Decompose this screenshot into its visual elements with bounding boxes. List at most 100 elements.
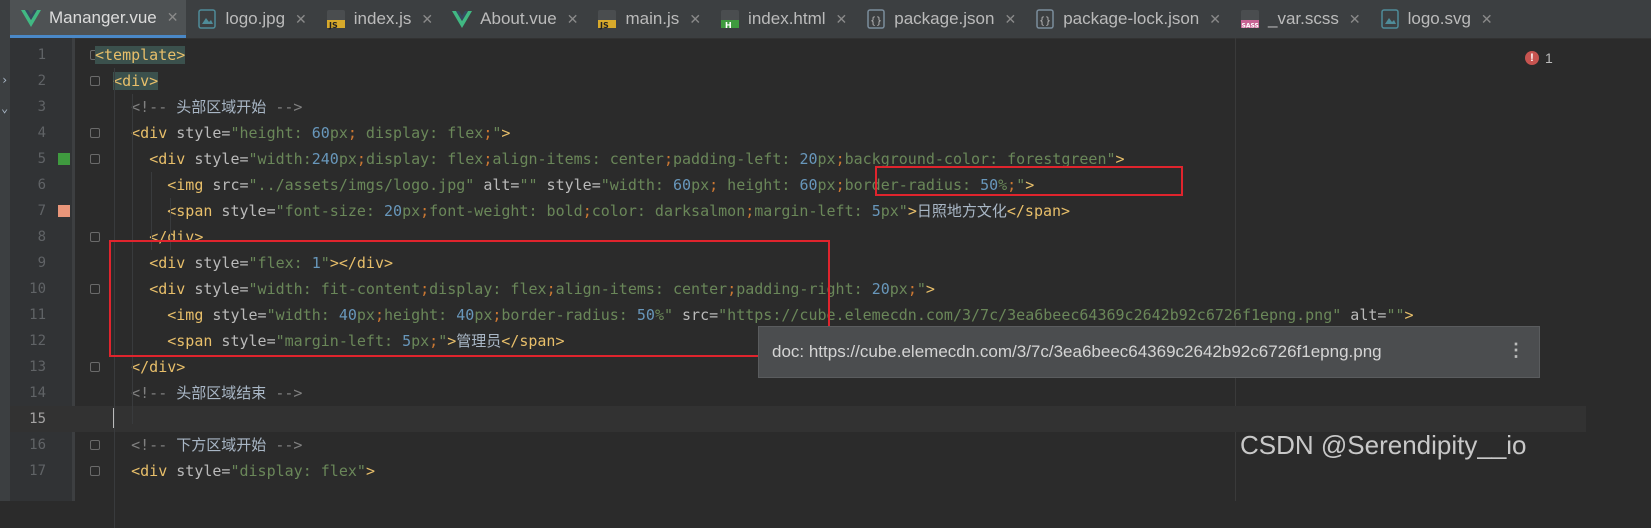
line-number: 10 [29, 281, 46, 297]
code-token-str: px [402, 202, 421, 220]
code-token-tag: </span> [1006, 202, 1071, 220]
error-count: 1 [1545, 50, 1553, 66]
svg-text:{}: {} [1039, 16, 1051, 27]
code-token-kw: ; [907, 280, 917, 298]
code-token-str: "width: [248, 150, 312, 168]
close-icon[interactable]: ✕ [1481, 11, 1493, 28]
code-token-tag: <span [167, 202, 213, 220]
image-icon [196, 8, 218, 30]
code-token-tag: > [501, 124, 511, 142]
code-line[interactable]: 15 [10, 406, 1586, 432]
line-number: 15 [29, 411, 46, 427]
code-token-str: "../assets/imgs/logo.jpg" [248, 176, 475, 194]
tab-label: Mananger.vue [49, 7, 157, 27]
code-token-attr: alt= [474, 176, 520, 194]
code-token-tag: > [1404, 306, 1414, 324]
code-token-num: 5 [871, 202, 881, 220]
code-token-cjk: 日照地方文化 [916, 202, 1007, 220]
code-token-sp [95, 72, 113, 90]
doc-tooltip-text: doc: https://cube.elemecdn.com/3/7c/3ea6… [772, 342, 1382, 361]
code-line[interactable]: 3 <!-- 头部区域开始 --> [10, 94, 1586, 120]
tab-label: logo.jpg [225, 9, 286, 28]
code-token-cjk: 头部区域开始 [176, 98, 267, 116]
tab-index-html[interactable]: Hindex.html ✕ [709, 0, 855, 38]
close-icon[interactable]: ✕ [1209, 11, 1221, 28]
line-number: 5 [37, 151, 46, 167]
code-token-sp [95, 150, 149, 168]
json-icon: {} [1034, 8, 1056, 30]
svg-text:JS: JS [328, 21, 338, 30]
tab--var-scss[interactable]: SASS _var.scss ✕ [1229, 0, 1369, 38]
close-icon[interactable]: ✕ [421, 11, 433, 28]
code-line[interactable]: 14 <!-- 头部区域结束 --> [10, 380, 1586, 406]
svg-text:H: H [725, 21, 732, 30]
code-line[interactable]: 7 <span style="font-size: 20px;font-weig… [10, 198, 1586, 224]
tab-label: index.js [353, 9, 412, 28]
code-line[interactable]: 4 <div style="height: 60px; display: fle… [10, 120, 1586, 146]
close-icon[interactable]: ✕ [167, 9, 179, 26]
code-token-tag: <div [131, 462, 168, 480]
code-line[interactable]: 6 <img src="../assets/imgs/logo.jpg" alt… [10, 172, 1586, 198]
more-options-icon[interactable]: ⋮ [1507, 340, 1525, 361]
code-token-kw: ; [582, 202, 592, 220]
tab-about-vue[interactable]: About.vue ✕ [441, 0, 586, 38]
close-icon[interactable]: ✕ [567, 11, 579, 28]
error-icon: ! [1525, 51, 1539, 65]
code-line[interactable]: 5 <div style="width:240px;display: flex;… [10, 146, 1586, 172]
line-number: 14 [29, 385, 46, 401]
html-icon: H [719, 8, 741, 30]
line-number: 13 [29, 359, 46, 375]
line-number: 3 [37, 99, 46, 115]
color-swatch-icon[interactable] [58, 153, 70, 165]
code-token-str: px [889, 280, 908, 298]
tab-logo-svg[interactable]: logo.svg ✕ [1369, 0, 1501, 38]
code-token-kw: ; [835, 176, 845, 194]
code-token-tag: <template> [95, 46, 186, 64]
code-token-kw: ; [347, 124, 357, 142]
close-icon[interactable]: ✕ [1349, 11, 1361, 28]
tab-package-lock-json[interactable]: {} package-lock.json ✕ [1024, 0, 1229, 38]
code-token-num: 20 [871, 280, 890, 298]
code-token-tag: <div [131, 124, 168, 142]
code-line[interactable]: 1 <template> [10, 42, 1586, 68]
code-token-attr: style= [185, 150, 249, 168]
code-token-num: 60 [311, 124, 330, 142]
line-number: 16 [29, 437, 46, 453]
code-token-str: height: [718, 176, 800, 194]
tab-logo-jpg[interactable]: logo.jpg ✕ [186, 0, 314, 38]
tab-label: package-lock.json [1063, 9, 1200, 28]
color-swatch-icon[interactable] [58, 205, 70, 217]
line-number: 11 [29, 307, 46, 323]
close-icon[interactable]: ✕ [295, 11, 307, 28]
code-token-num: 240 [311, 150, 339, 168]
code-token-num: 20 [799, 150, 818, 168]
tab-mananger-vue[interactable]: Mananger.vue ✕ [10, 0, 187, 38]
tab-index-js[interactable]: JS index.js ✕ [315, 0, 441, 38]
code-token-kw: ; [420, 202, 430, 220]
tab-package-json[interactable]: {} package.json ✕ [855, 0, 1024, 38]
collapse-arrow-icon[interactable]: ⌄ [1, 101, 8, 115]
close-icon[interactable]: ✕ [1004, 11, 1016, 28]
vue-icon [20, 7, 42, 29]
tab-main-js[interactable]: JS main.js ✕ [586, 0, 709, 38]
error-indicator[interactable]: ! 1 [1525, 50, 1553, 66]
code-token-tag: > [907, 202, 917, 220]
annotation-box-user-area [109, 240, 830, 357]
line-number: 9 [37, 255, 46, 271]
code-token-str: "display: flex" [230, 462, 366, 480]
tab-label: logo.svg [1407, 9, 1471, 28]
code-token-com: <!-- [131, 98, 177, 116]
close-icon[interactable]: ✕ [836, 11, 848, 28]
svg-text:{}: {} [870, 16, 882, 27]
expand-arrow-icon[interactable]: › [1, 73, 8, 87]
code-token-tag: > [925, 280, 935, 298]
sass-icon: SASS [1239, 8, 1261, 30]
code-token-tag: > [365, 462, 375, 480]
code-line[interactable]: 17 <div style="display: flex"> [10, 458, 1586, 484]
close-icon[interactable]: ✕ [689, 11, 701, 28]
code-token-sp [95, 410, 113, 428]
code-line[interactable]: 2 <div> [10, 68, 1586, 94]
code-token-str: margin-left: [754, 202, 872, 220]
code-text: </div> [95, 354, 185, 380]
watermark: CSDN @Serendipity__io [1240, 430, 1527, 460]
